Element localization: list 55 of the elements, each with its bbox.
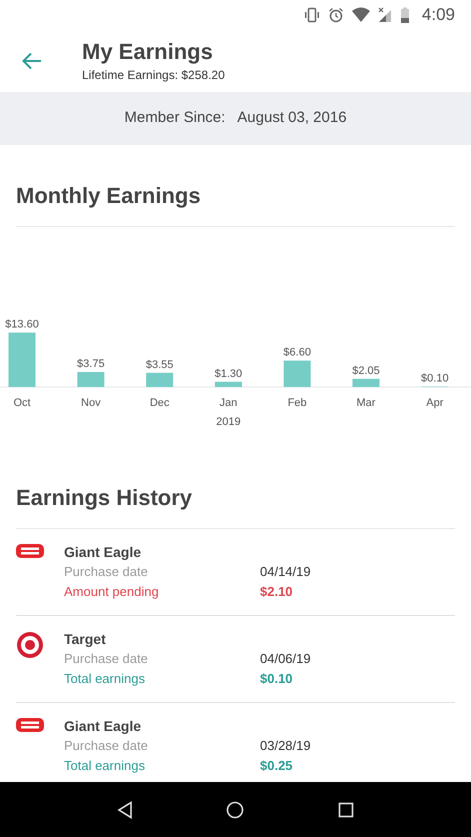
store-name: Giant Eagle xyxy=(64,543,142,562)
value-label: $2.05 xyxy=(352,364,380,377)
back-arrow-icon xyxy=(22,52,42,70)
month-label: Oct xyxy=(13,397,31,409)
wifi-icon xyxy=(352,7,370,23)
home-nav-icon[interactable] xyxy=(226,800,244,818)
amount: $2.10 xyxy=(260,583,293,601)
bar xyxy=(8,332,36,387)
purchase-date-label: Purchase date xyxy=(64,563,149,581)
value-label: $3.55 xyxy=(146,358,174,371)
amount: $0.25 xyxy=(260,757,293,775)
amount-label: Total earnings xyxy=(64,670,146,688)
bar xyxy=(284,360,311,387)
amount: $0.10 xyxy=(260,670,293,688)
month-label: Mar xyxy=(356,397,376,409)
month-label: Nov xyxy=(81,397,101,409)
amount-label: Amount pending xyxy=(64,583,160,601)
member-since-date: August 03, 2016 xyxy=(237,108,347,128)
clock-time: 4:09 xyxy=(422,4,455,26)
section-heading: Earnings History xyxy=(16,485,192,510)
bar xyxy=(214,382,242,387)
page-title: My Earnings xyxy=(82,38,214,66)
month-label: Jan xyxy=(220,397,238,409)
purchase-date: 04/14/19 xyxy=(260,563,311,581)
purchase-date-label: Purchase date xyxy=(64,650,149,668)
value-label: $6.60 xyxy=(283,346,311,359)
alarm-icon xyxy=(328,7,344,23)
member-since-label: Member Since: xyxy=(124,108,226,128)
signal-icon xyxy=(378,7,392,23)
recents-nav-icon[interactable] xyxy=(338,802,354,818)
bar xyxy=(352,378,380,387)
value-label: $13.60 xyxy=(5,318,39,331)
bullseye-logo-icon xyxy=(16,631,44,659)
year-label: 2019 xyxy=(216,416,241,428)
lifetime-earnings: Lifetime Earnings: $258.20 xyxy=(82,66,225,84)
battery-icon xyxy=(400,7,410,23)
purchase-date: 03/28/19 xyxy=(260,737,311,755)
bar xyxy=(77,372,104,387)
value-label: $3.75 xyxy=(77,358,105,370)
value-label: $0.10 xyxy=(421,372,449,385)
month-label: Feb xyxy=(288,397,307,409)
vibrate-icon xyxy=(304,7,320,23)
value-label: $1.30 xyxy=(214,368,242,380)
amount-label: Total earnings xyxy=(64,757,146,775)
bar xyxy=(146,372,174,387)
month-label: Apr xyxy=(426,397,444,409)
section-heading: Monthly Earnings xyxy=(16,183,201,208)
store-logo-icon xyxy=(16,718,44,732)
purchase-date: 04/06/19 xyxy=(260,650,311,668)
purchase-date-label: Purchase date xyxy=(64,737,149,755)
store-name: Giant Eagle xyxy=(64,717,142,736)
store-logo-icon xyxy=(16,544,44,558)
back-nav-icon[interactable] xyxy=(116,800,133,818)
store-name: Target xyxy=(64,630,107,649)
month-label: Dec xyxy=(150,397,170,409)
